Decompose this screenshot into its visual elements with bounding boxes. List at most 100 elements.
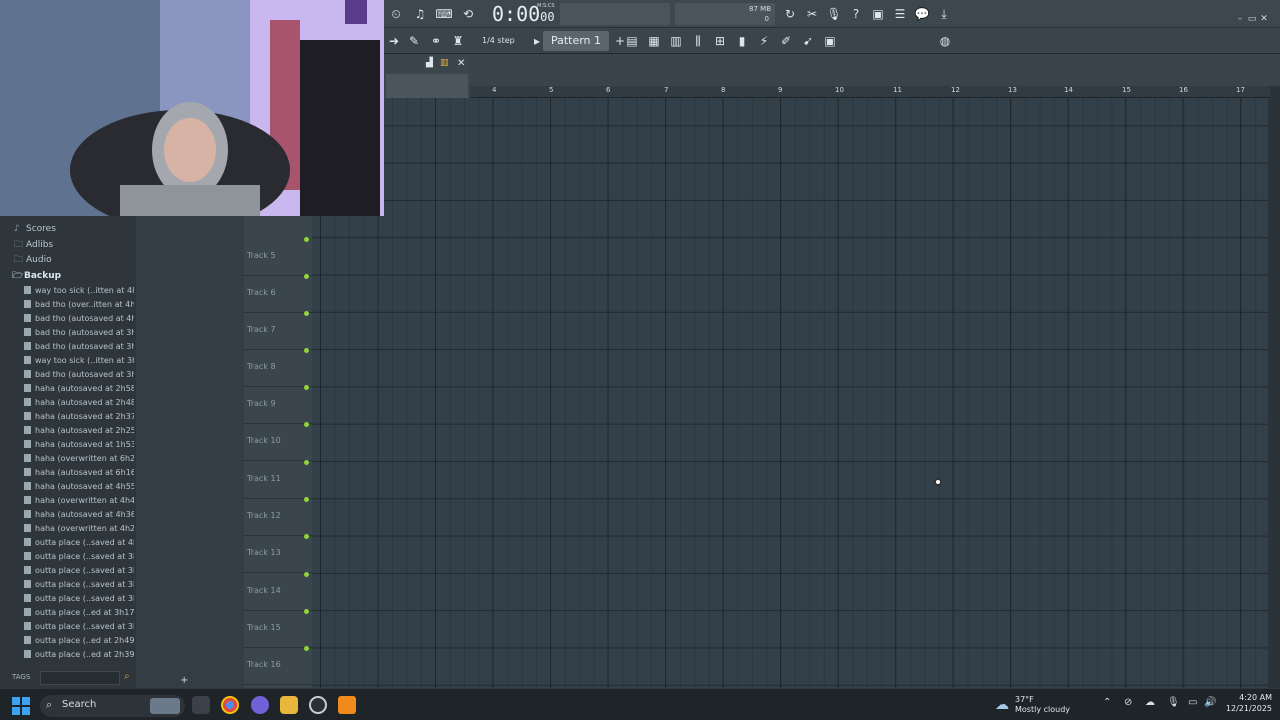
browser-file[interactable]: bad tho (autosaved at 3h54) — [24, 326, 134, 340]
browser-file[interactable]: outta place (..ed at 3h17)_2 — [24, 606, 134, 620]
track-led-icon[interactable] — [304, 422, 309, 427]
taskbar-search[interactable]: ⌕ Search — [40, 695, 185, 717]
browser-file[interactable]: outta place (..ed at 2h49)_2 — [24, 634, 134, 648]
track-led-icon[interactable] — [304, 385, 309, 390]
steps-icon[interactable]: ▥ — [440, 58, 449, 68]
track-row[interactable]: Track 9 — [244, 385, 312, 424]
cart-icon[interactable]: ▣ — [820, 31, 840, 51]
globe-icon[interactable]: ◍ — [935, 31, 955, 51]
browser-file[interactable]: bad tho (autosaved at 4h06) — [24, 312, 134, 326]
snap-select[interactable]: 1/4 step — [482, 32, 520, 50]
browser-file[interactable]: haha (autosaved at 2h58) — [24, 382, 134, 396]
camera-off-icon[interactable]: ⊘ — [1124, 697, 1132, 708]
track-led-icon[interactable] — [304, 274, 309, 279]
download-icon[interactable]: ⤓ — [934, 4, 954, 24]
track-led-icon[interactable] — [304, 646, 309, 651]
track-row[interactable]: Track 5 — [244, 237, 312, 276]
mixer-view-icon[interactable]: ⫼ — [688, 31, 708, 51]
browser-file[interactable]: haha (overwritten at 4h21) — [24, 522, 134, 536]
loop-record-icon[interactable]: ⟲ — [458, 4, 478, 24]
track-led-icon[interactable] — [304, 460, 309, 465]
track-row[interactable]: Track 15 — [244, 609, 312, 648]
weather-widget[interactable]: ☁ 37°F Mostly cloudy — [995, 693, 1085, 717]
undo-icon[interactable]: ↻ — [780, 4, 800, 24]
file-explorer-icon[interactable] — [280, 696, 298, 714]
track-led-icon[interactable] — [304, 311, 309, 316]
track-led-icon[interactable] — [304, 572, 309, 577]
browser-folder[interactable]: ♪ Scores — [14, 222, 56, 236]
browser-file[interactable]: bad tho (autosaved at 3h44) — [24, 340, 134, 354]
track-row[interactable]: Track 6 — [244, 274, 312, 313]
track-led-icon[interactable] — [304, 348, 309, 353]
browser-folder[interactable]: 🗁Backup — [12, 269, 61, 283]
chat-icon[interactable]: 💬 — [912, 4, 932, 24]
browser-file[interactable]: outta place (..saved at 3h37) — [24, 578, 134, 592]
display-icon[interactable]: ▭ — [1188, 697, 1197, 708]
pattern-select[interactable]: Pattern 1 — [543, 31, 609, 51]
save-icon[interactable]: ▣ — [868, 4, 888, 24]
close-icon[interactable]: ✕ — [457, 58, 465, 69]
browser-file[interactable]: haha (autosaved at 2h48) — [24, 396, 134, 410]
link-icon[interactable]: ⚭ — [426, 31, 446, 51]
search-icon[interactable]: ⌕ — [124, 671, 136, 685]
browser-file[interactable]: outta place (..ed at 2h39)_2 — [24, 648, 134, 662]
track-row[interactable]: Track 16 — [244, 646, 312, 685]
mixer-icon[interactable]: ☰ — [890, 4, 910, 24]
chrome-icon[interactable] — [221, 696, 239, 714]
browser-file[interactable]: outta place (..saved at 4h07) — [24, 536, 134, 550]
browser-file[interactable]: haha (autosaved at 2h25) — [24, 424, 134, 438]
browser-file[interactable]: haha (autosaved at 4h55) — [24, 480, 134, 494]
arrow-right-icon[interactable]: ➜ — [384, 31, 404, 51]
track-row[interactable]: Track 8 — [244, 348, 312, 387]
maximize-icon[interactable]: ▭ — [1246, 13, 1258, 25]
fl-studio-icon[interactable] — [338, 696, 356, 714]
track-row[interactable]: Track 13 — [244, 534, 312, 573]
microphone-icon[interactable]: 🎙 — [1167, 697, 1180, 708]
microphone-icon[interactable]: 🎙 — [824, 4, 844, 24]
track-row[interactable]: Track 10 — [244, 422, 312, 461]
browser-file[interactable]: haha (autosaved at 4h36) — [24, 508, 134, 522]
track-row[interactable]: Track 7 — [244, 311, 312, 350]
browser-file[interactable]: haha (autosaved at 1h53) — [24, 438, 134, 452]
browser-file[interactable]: way too sick (..itten at 4h09) — [24, 284, 134, 298]
track-led-icon[interactable] — [304, 534, 309, 539]
browser-file[interactable]: outta place (..saved at 3h57) — [24, 550, 134, 564]
cut-icon[interactable]: ✂ — [802, 4, 822, 24]
browser-icon[interactable]: ⊞ — [710, 31, 730, 51]
channel-rack-icon[interactable]: ▥ — [666, 31, 686, 51]
minimize-icon[interactable]: – — [1234, 13, 1246, 25]
timeline-ruler[interactable]: 4 5 6 7 8 9 10 11 12 13 14 15 16 17 — [470, 86, 1270, 98]
browser-file[interactable]: haha (overwritten at 4h44) — [24, 494, 134, 508]
track-row[interactable]: Track 12 — [244, 497, 312, 536]
record-mode-icon[interactable]: ♫ — [410, 4, 430, 24]
windows-start-icon[interactable] — [12, 697, 30, 715]
hint-icon[interactable]: ➹ — [798, 31, 818, 51]
brush-icon[interactable]: ✐ — [776, 31, 796, 51]
track-led-icon[interactable] — [304, 609, 309, 614]
close-icon[interactable]: ✕ — [1258, 13, 1270, 25]
browser-file[interactable]: haha (autosaved at 2h37) — [24, 410, 134, 424]
piano-roll-icon[interactable]: ▦ — [644, 31, 664, 51]
playlist-grid[interactable] — [312, 98, 1268, 688]
browser-folder[interactable]: 🗀 Adlibs — [14, 238, 53, 252]
browser-file[interactable]: bad tho (autosaved at 3h14) — [24, 368, 134, 382]
browser-file[interactable]: way too sick (..itten at 3h34) — [24, 354, 134, 368]
stamp-icon[interactable]: ♜ — [448, 31, 468, 51]
graph-icon[interactable]: ▟ — [426, 58, 433, 68]
tags-input[interactable] — [40, 671, 120, 685]
obs-icon[interactable] — [309, 696, 327, 714]
browser-file[interactable]: bad tho (over..itten at 4h08) — [24, 298, 134, 312]
track-row[interactable]: Track 14 — [244, 572, 312, 611]
discord-icon[interactable] — [251, 696, 269, 714]
browser-file[interactable]: outta place (..saved at 3h27) — [24, 592, 134, 606]
chevron-up-icon[interactable]: ⌃ — [1103, 697, 1111, 708]
cloud-sync-icon[interactable]: ☁ — [1145, 697, 1155, 708]
browser-file[interactable]: outta place (..saved at 3h47) — [24, 564, 134, 578]
track-row[interactable]: Track 11 — [244, 460, 312, 499]
task-view-icon[interactable] — [192, 696, 210, 714]
browser-folder[interactable]: 🗀 Audio — [14, 253, 52, 267]
pencil-icon[interactable]: ✎ — [404, 31, 424, 51]
track-led-icon[interactable] — [304, 237, 309, 242]
typing-keyboard-icon[interactable]: ⌨ — [434, 4, 454, 24]
playlist-icon[interactable]: ▤ — [622, 31, 642, 51]
